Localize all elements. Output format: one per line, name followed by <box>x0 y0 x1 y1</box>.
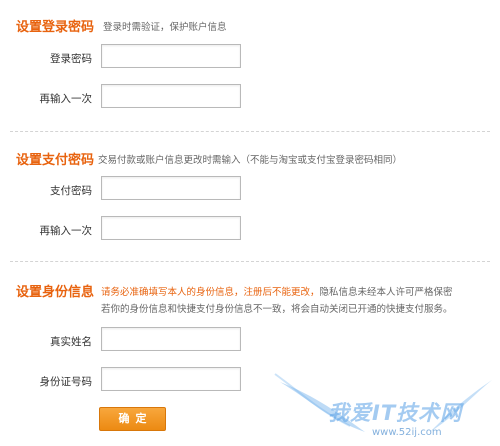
login-section-title: 设置登录密码 <box>16 20 95 35</box>
login-password-confirm-input[interactable] <box>101 84 241 108</box>
pay-password-label: 支付密码 <box>50 185 92 197</box>
watermark-url: www.52ij.com <box>372 427 442 438</box>
pay-section-description: 交易付款或账户信息更改时需输入（不能与淘宝或支付宝登录密码相同） <box>98 155 403 166</box>
section-divider <box>10 261 490 262</box>
pay-password-confirm-label: 再输入一次 <box>39 225 93 237</box>
login-password-confirm-label: 再输入一次 <box>39 93 93 105</box>
pay-section-title: 设置支付密码 <box>16 153 95 168</box>
identity-note-text: 若你的身份信息和快捷支付身份信息不一致，将会自动关闭已开通的快捷支付服务。 <box>101 304 453 315</box>
section-divider <box>10 131 490 132</box>
pay-password-confirm-input[interactable] <box>101 216 241 240</box>
identity-notice: 请务必准确填写本人的身份信息，注册后不能更改，隐私信息未经本人许可严格保密 <box>101 284 453 298</box>
identity-privacy-text: 隐私信息未经本人许可严格保密 <box>319 287 453 298</box>
identity-warning-text: 请务必准确填写本人的身份信息，注册后不能更改， <box>101 287 320 298</box>
id-number-input[interactable] <box>101 367 241 391</box>
pay-password-input[interactable] <box>101 176 241 200</box>
confirm-button[interactable]: 确定 <box>99 407 166 431</box>
watermark-text: 我爱IT技术网 <box>328 401 463 425</box>
login-password-label: 登录密码 <box>50 53 92 65</box>
login-section-description: 登录时需验证，保护账户信息 <box>103 22 227 33</box>
id-number-label: 身份证号码 <box>39 376 93 388</box>
identity-section-title: 设置身份信息 <box>16 285 95 300</box>
real-name-input[interactable] <box>101 327 241 351</box>
real-name-label: 真实姓名 <box>50 336 92 348</box>
login-password-input[interactable] <box>101 44 241 68</box>
